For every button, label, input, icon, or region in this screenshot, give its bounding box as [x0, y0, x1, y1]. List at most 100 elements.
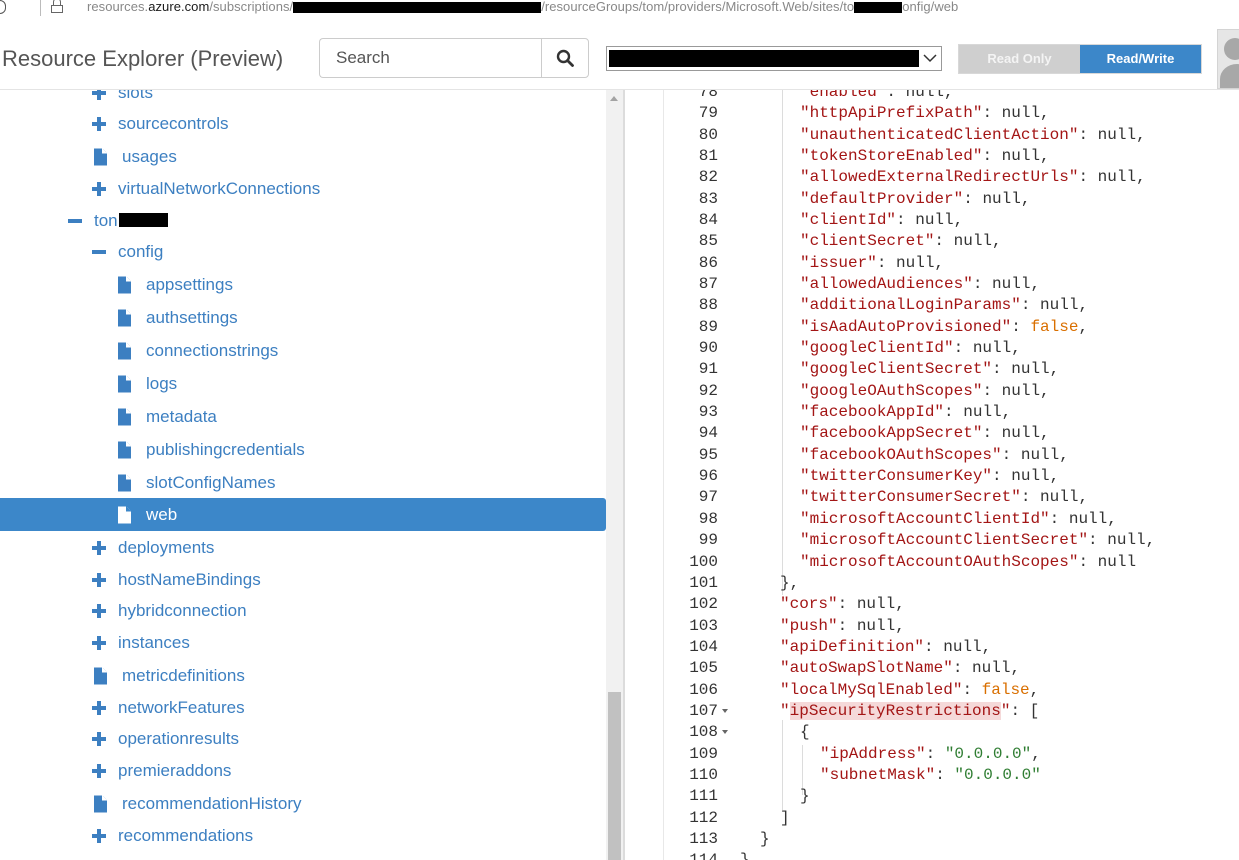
expand-icon[interactable] [92, 572, 106, 587]
code-text: "twitterConsumerSecret": null, [800, 488, 1089, 507]
line-number: 79 [698, 104, 718, 123]
refresh-icon[interactable] [0, 0, 6, 14]
read-only-button[interactable]: Read Only [959, 45, 1080, 73]
tree-item-hostnamebindings[interactable]: hostNameBindings [0, 563, 606, 596]
json-value: null [1001, 146, 1041, 165]
expand-icon[interactable] [92, 603, 106, 618]
tree-item-recommendationhistory[interactable]: recommendationHistory [0, 787, 606, 820]
tree-item-virtualnetworkconnections[interactable]: virtualNetworkConnections [0, 172, 606, 205]
tree-item-instances[interactable]: instances [0, 626, 606, 659]
json-key: "cors" [780, 595, 838, 614]
tree-item-label: authsettings [146, 307, 238, 327]
tree-item-label: connectionstrings [146, 340, 279, 360]
tree-item-logs[interactable]: logs [0, 367, 606, 400]
tree-item-web[interactable]: web [0, 498, 606, 531]
expand-icon[interactable] [92, 828, 106, 843]
read-write-button[interactable]: Read/Write [1080, 45, 1201, 73]
tree-item-connectionstrings[interactable]: connectionstrings [0, 334, 606, 367]
expand-icon[interactable] [92, 635, 106, 650]
code-line: 82 "allowedExternalRedirectUrls": null, [625, 167, 1239, 188]
tree-item-operationresults[interactable]: operationresults [0, 722, 606, 755]
code-line: 100 "microsoftAccountOAuthScopes": null [625, 552, 1239, 573]
file-icon [118, 342, 131, 359]
tree-item-label: logs [146, 373, 178, 393]
json-value: null [915, 210, 954, 229]
tree-item-config[interactable]: config [0, 235, 606, 268]
line-number: 78 [698, 90, 718, 101]
json-editor[interactable]: 78 "enabled": null, 79 "httpApiPrefixPath":… [625, 90, 1239, 860]
line-number: 99 [698, 531, 718, 550]
browser-address-bar[interactable]: resources.azure.com/subscriptions/ /resou… [0, 0, 1239, 18]
scroll-up-arrow-icon[interactable] [610, 96, 618, 101]
code-text: ] [780, 808, 790, 827]
expand-icon[interactable] [92, 731, 106, 746]
scrollbar-thumb[interactable] [608, 692, 621, 860]
json-value: null [856, 595, 896, 614]
file-icon [118, 276, 131, 293]
code-line: 83 "defaultProvider": null, [625, 189, 1239, 210]
fold-arrow-icon[interactable] [722, 730, 728, 735]
expand-icon[interactable] [92, 763, 106, 778]
tree-item-label: hybridconnection [118, 600, 247, 620]
tree-item-usages[interactable]: usages [0, 140, 606, 173]
expand-icon[interactable] [92, 116, 106, 131]
line-number: 85 [698, 232, 718, 251]
address-url[interactable]: resources.azure.com/subscriptions/ /resou… [87, 0, 958, 14]
line-number: 94 [698, 424, 718, 443]
tree-item-metadata[interactable]: metadata [0, 400, 606, 433]
code-line: 95 "facebookOAuthScopes": null, [625, 445, 1239, 466]
json-value: null [963, 403, 1002, 422]
line-number: 91 [698, 360, 718, 379]
code-text: { [800, 723, 810, 742]
tree-item-label: ton [94, 210, 118, 230]
tree-item-authsettings[interactable]: authsettings [0, 301, 606, 334]
tree-item-metricdefinitions[interactable]: metricdefinitions [0, 659, 606, 692]
code-line: 109 "ipAddress": "0.0.0.0", [625, 744, 1239, 765]
expand-icon[interactable] [92, 540, 106, 555]
fold-arrow-icon[interactable] [722, 708, 728, 713]
tree-item-site[interactable]: ton [0, 204, 606, 237]
tree-item-label: metricdefinitions [122, 665, 245, 685]
json-value: null [1097, 125, 1137, 144]
code-line: 105 "autoSwapSlotName": null, [625, 658, 1239, 679]
json-key: "facebookAppSecret" [800, 424, 983, 443]
tree-item-publishingcredentials[interactable]: publishingcredentials [0, 433, 606, 466]
json-key: "twitterConsumerKey" [800, 467, 993, 486]
subscription-select[interactable] [606, 46, 942, 71]
tree-item-label: instances [118, 632, 190, 652]
code-text: "subnetMask": "0.0.0.0" [820, 766, 1041, 784]
tree-item-slotconfignames[interactable]: slotConfigNames [0, 466, 606, 499]
code-line: 81 "tokenStoreEnabled": null, [625, 146, 1239, 167]
line-number: 108 [689, 723, 718, 742]
expand-icon[interactable] [92, 90, 106, 100]
tree-item-deployments[interactable]: deployments [0, 531, 606, 564]
line-number: 101 [689, 573, 718, 592]
expand-icon[interactable] [92, 700, 106, 715]
code-line: 79 "httpApiPrefixPath": null, [625, 103, 1239, 124]
tree-item-appsettings[interactable]: appsettings [0, 268, 606, 301]
json-value: null [1011, 360, 1050, 379]
avatar[interactable] [1217, 29, 1239, 89]
json-key: "httpApiPrefixPath" [800, 104, 983, 123]
search-input[interactable] [319, 38, 542, 78]
search-button[interactable] [541, 38, 589, 78]
tree-item-premieraddons[interactable]: premieraddons [0, 754, 606, 787]
tree-item-recommendations[interactable]: recommendations [0, 819, 606, 852]
code-text: "unauthenticatedClientAction": null, [800, 125, 1146, 144]
tree-scrollbar[interactable] [606, 90, 623, 860]
line-number: 114 [676, 850, 718, 860]
collapse-icon[interactable] [92, 245, 106, 259]
tree-item-networkfeatures[interactable]: networkFeatures [0, 691, 606, 724]
expand-icon[interactable] [92, 181, 106, 196]
file-icon [118, 309, 131, 326]
code-text: "facebookOAuthScopes": null, [800, 445, 1069, 464]
code-line: 99 "microsoftAccountClientSecret": null, [625, 530, 1239, 551]
line-number: 90 [698, 339, 718, 357]
collapse-icon[interactable] [68, 214, 82, 228]
code-text: "ipSecurityRestrictions": [ [780, 701, 1040, 720]
json-key: "enabled" [800, 90, 887, 101]
json-key: "tokenStoreEnabled" [800, 146, 983, 165]
json-key: "ipAddress" [820, 744, 926, 763]
tree-item-sourcecontrols[interactable]: sourcecontrols [0, 107, 606, 140]
tree-item-hybridconnection[interactable]: hybridconnection [0, 594, 606, 627]
